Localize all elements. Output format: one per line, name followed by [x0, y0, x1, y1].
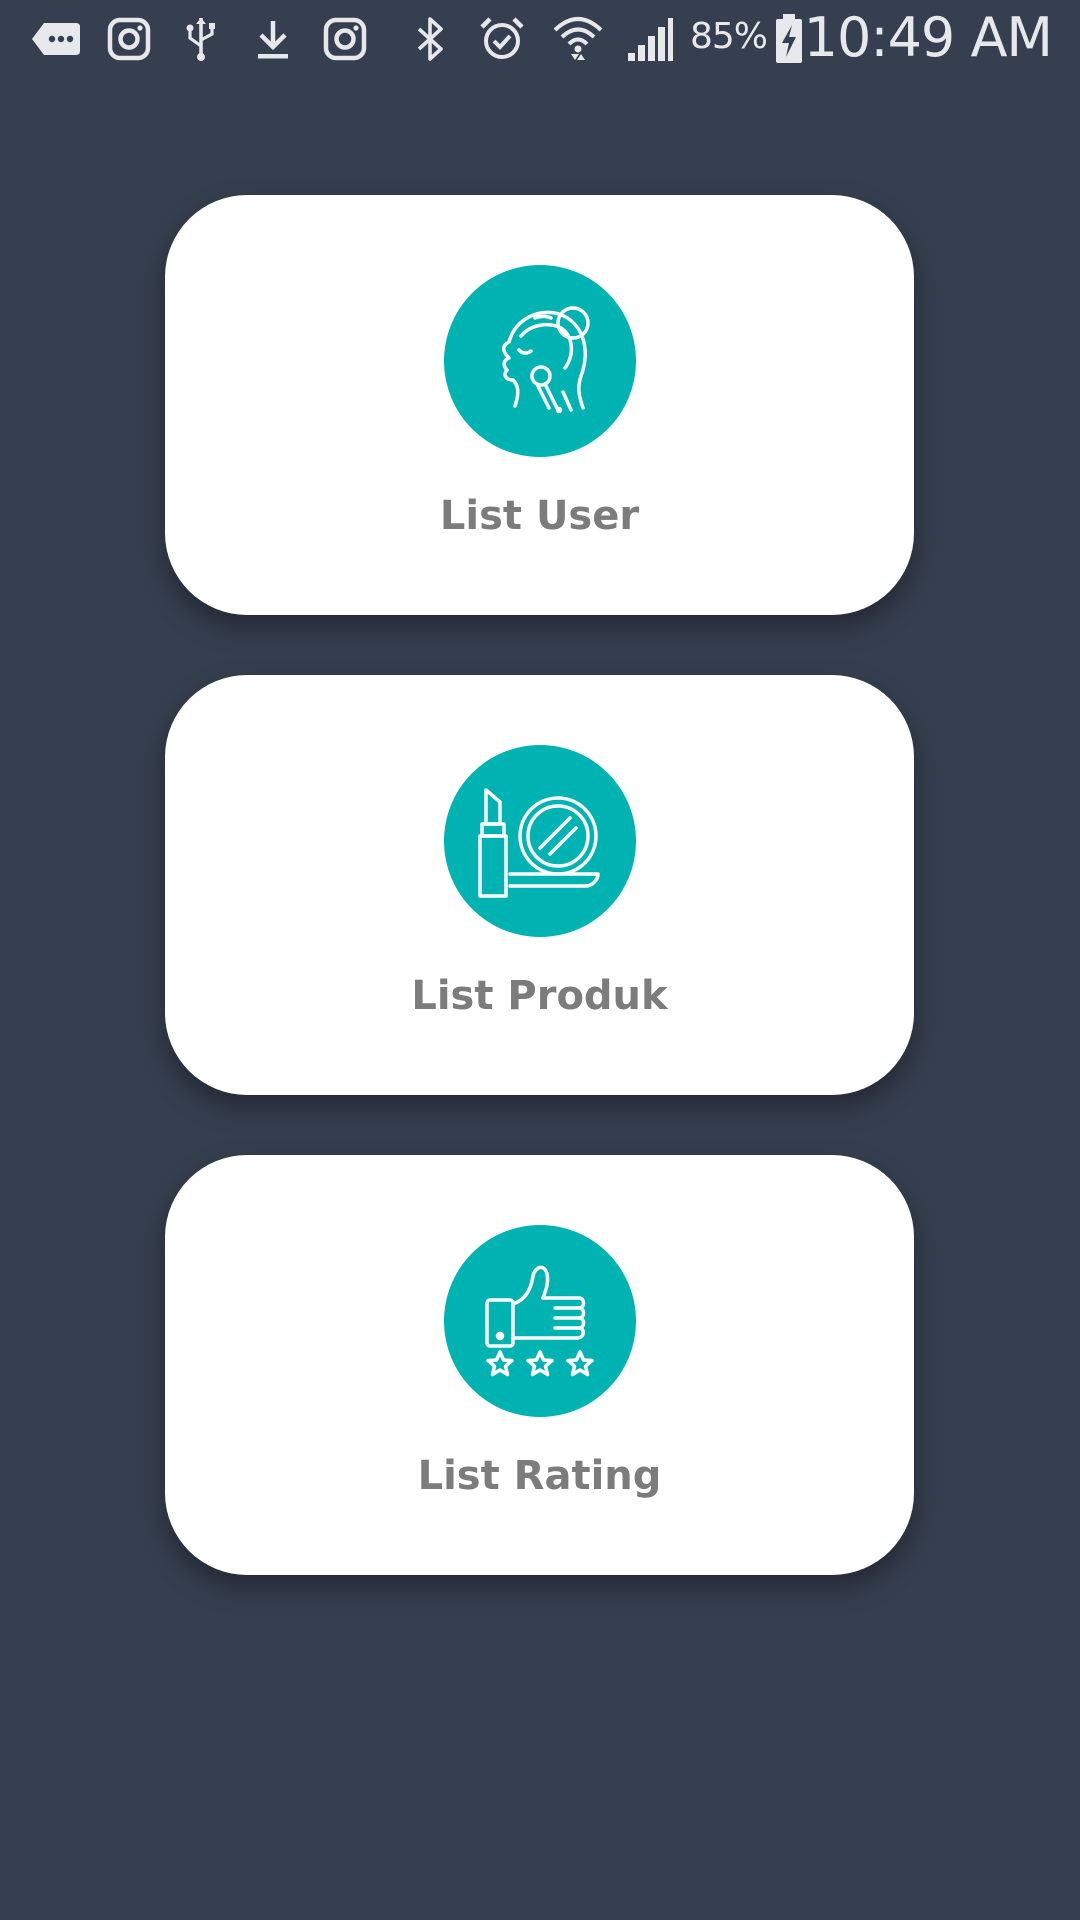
clock: 10:49 AM [803, 6, 1053, 69]
list-produk-label: List Produk [411, 973, 668, 1019]
list-produk-card[interactable]: List Produk [165, 675, 914, 1095]
message-icon [28, 12, 84, 66]
instagram-icon [320, 12, 370, 66]
alarm-icon [476, 12, 528, 66]
signal-icon [624, 12, 676, 66]
status-bar: 85% 10:49 AM [0, 0, 1080, 78]
wifi-icon [550, 12, 606, 66]
list-rating-label: List Rating [417, 1453, 662, 1499]
cosmetics-icon [444, 745, 636, 937]
user-face-icon [444, 265, 636, 457]
app-screen: 85% 10:49 AM List User List Produk List … [0, 0, 1080, 1920]
bluetooth-icon [408, 12, 452, 66]
battery-percent: 85% [690, 16, 768, 57]
thumbs-up-rating-icon [444, 1225, 636, 1417]
list-user-label: List User [439, 493, 640, 539]
instagram-icon [104, 12, 154, 66]
battery-charging-icon [772, 12, 806, 66]
download-icon [250, 12, 296, 66]
list-rating-card[interactable]: List Rating [165, 1155, 914, 1575]
list-user-card[interactable]: List User [165, 195, 914, 615]
usb-icon [178, 12, 224, 66]
